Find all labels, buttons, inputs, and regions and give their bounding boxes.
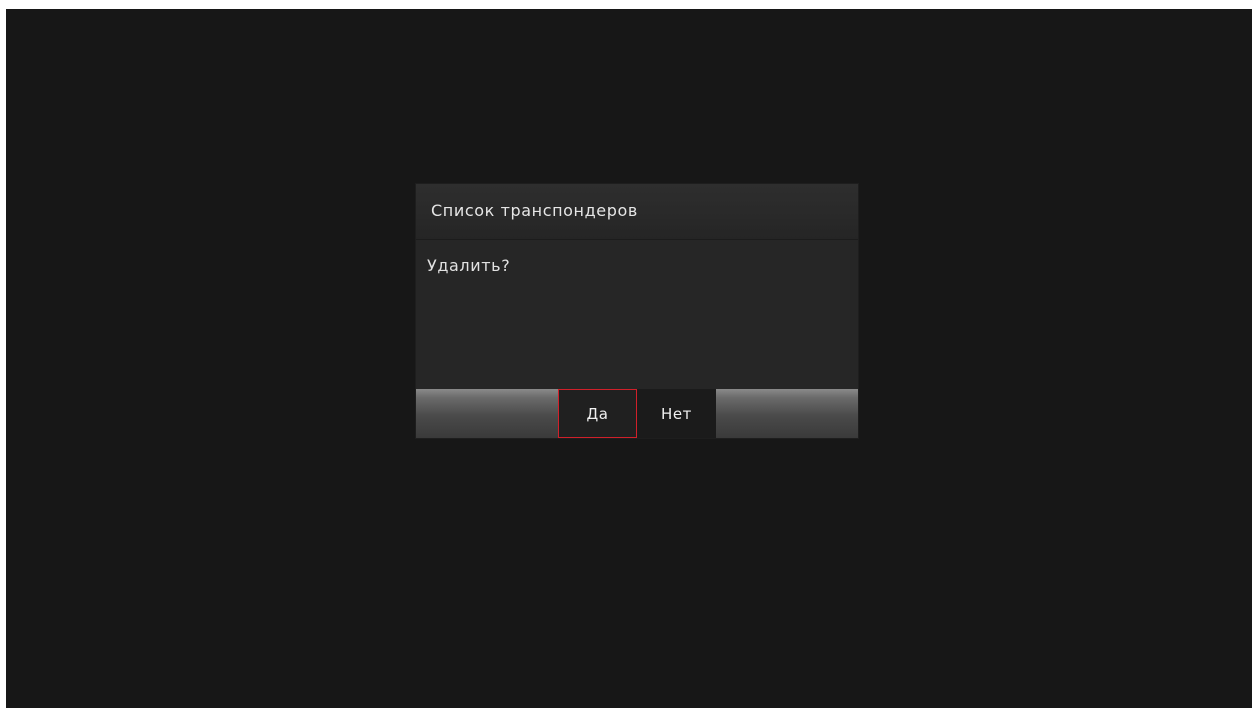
no-button[interactable]: Нет xyxy=(637,389,716,438)
dialog-message: Удалить? xyxy=(427,256,511,275)
confirm-dialog: Список транспондеров Удалить? Да Нет xyxy=(416,184,858,438)
tv-screen: Список транспондеров Удалить? Да Нет xyxy=(6,9,1252,708)
button-bar-right-decoration xyxy=(716,389,858,438)
dialog-title: Список транспондеров xyxy=(431,201,638,220)
dialog-title-bar: Список транспондеров xyxy=(416,184,858,240)
button-bar-left-decoration xyxy=(416,389,558,438)
yes-button[interactable]: Да xyxy=(558,389,637,438)
dialog-body: Удалить? xyxy=(416,240,858,389)
dialog-button-bar: Да Нет xyxy=(416,389,858,438)
